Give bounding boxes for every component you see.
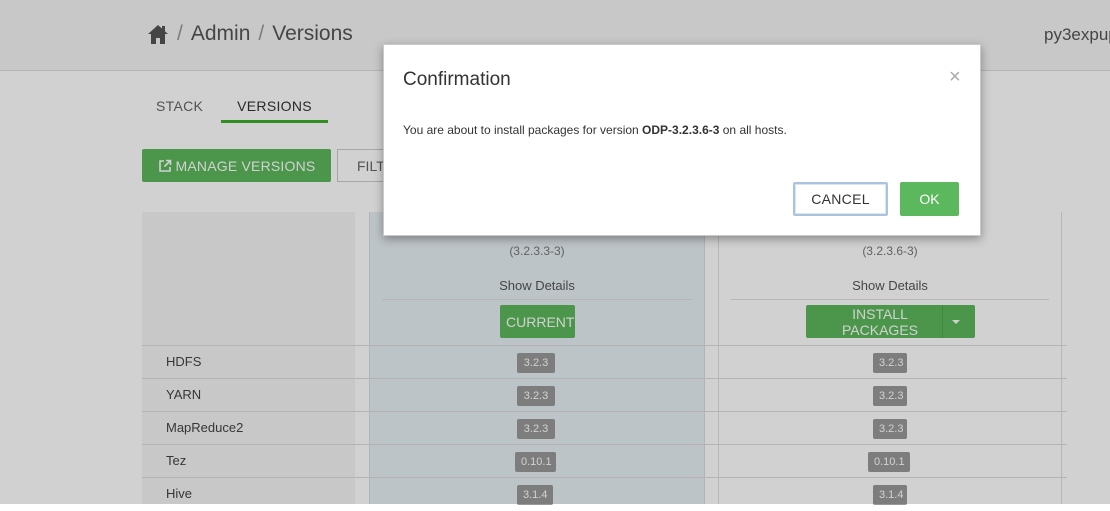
dialog-title: Confirmation xyxy=(403,69,511,90)
message-suffix: on all hosts. xyxy=(719,123,787,137)
close-icon[interactable]: × xyxy=(949,67,961,87)
confirmation-dialog: Confirmation × You are about to install … xyxy=(383,44,981,236)
message-prefix: You are about to install packages for ve… xyxy=(403,123,643,137)
dialog-message: You are about to install packages for ve… xyxy=(403,123,787,137)
cancel-button[interactable]: CANCEL xyxy=(793,182,888,216)
message-version: ODP-3.2.3.6-3 xyxy=(642,123,720,137)
ok-button[interactable]: OK xyxy=(900,182,959,216)
